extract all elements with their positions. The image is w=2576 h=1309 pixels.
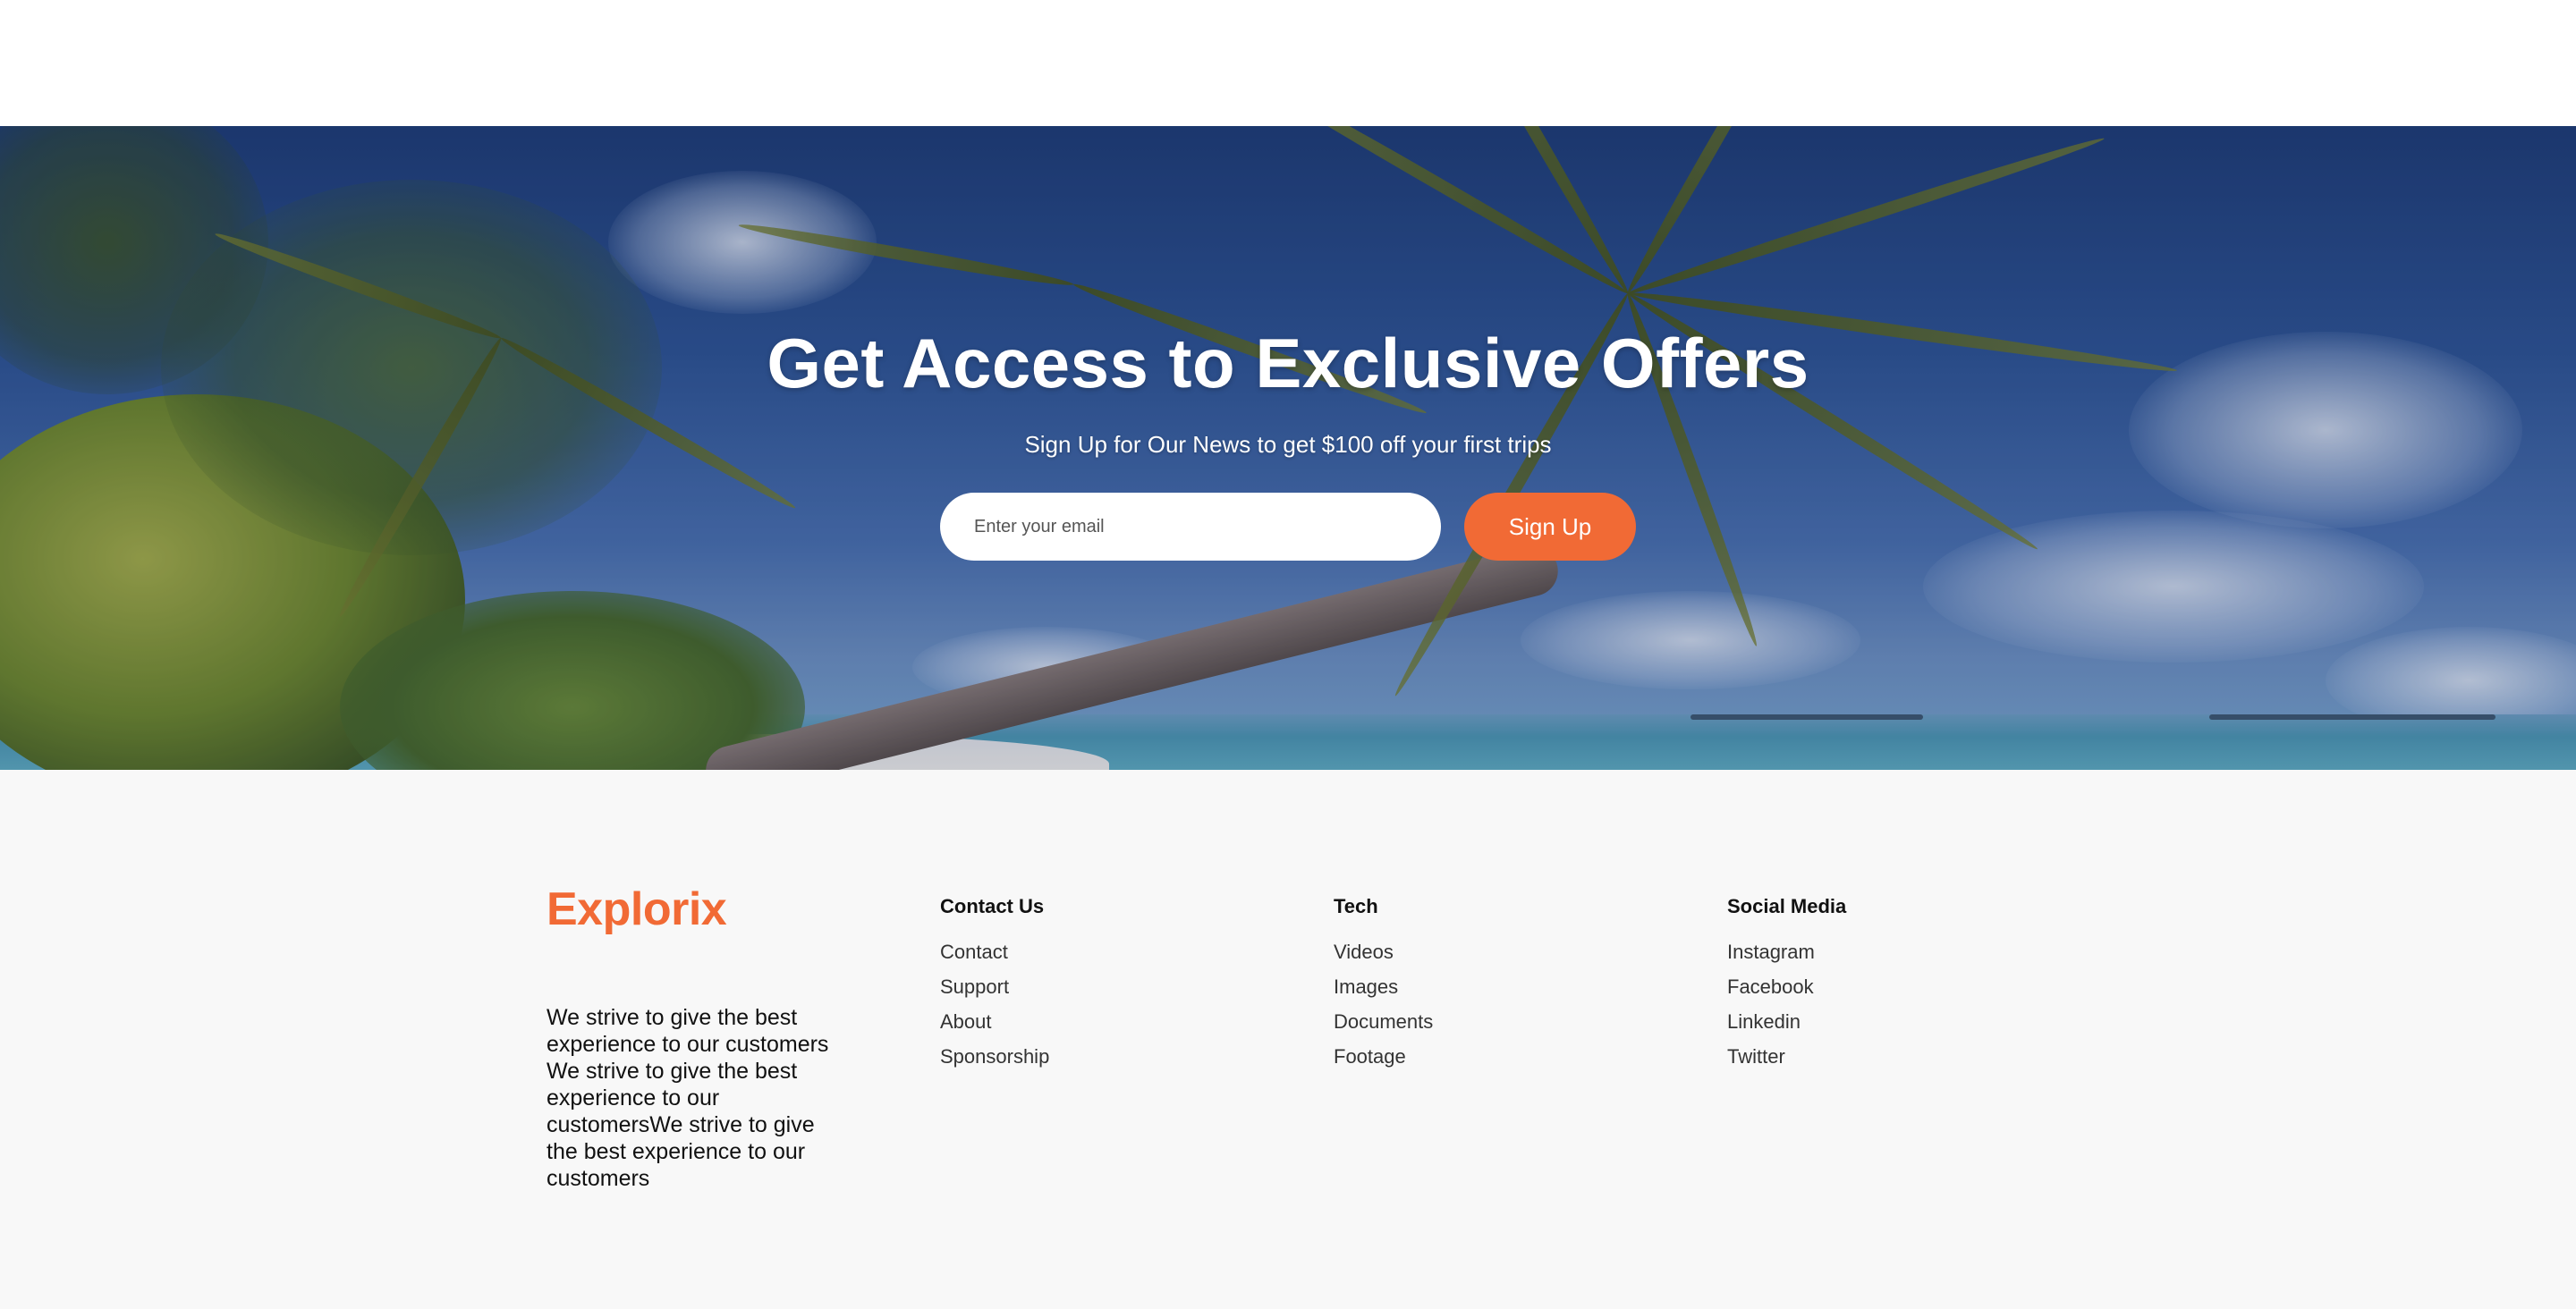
footer-link-sponsorship[interactable]: Sponsorship (940, 1039, 1334, 1074)
footer-column-title: Contact Us (940, 895, 1045, 917)
footer-column-contact: Contact Us Contact Support About Sponsor… (940, 886, 1334, 1192)
footer-columns: Explorix We strive to give the best expe… (547, 886, 2121, 1192)
footer-link-about[interactable]: About (940, 1004, 1334, 1039)
footer-link-list: Videos Images Documents Footage (1334, 934, 1727, 1074)
footer-link-linkedin[interactable]: Linkedin (1727, 1004, 2121, 1039)
footer-link-instagram[interactable]: Instagram (1727, 934, 2121, 969)
brand-description: We strive to give the best experience to… (547, 1005, 829, 1191)
top-spacer (0, 0, 2576, 126)
footer-brand-column: Explorix We strive to give the best expe… (547, 886, 940, 1192)
hero-content: Get Access to Exclusive Offers Sign Up f… (0, 323, 2576, 561)
footer-link-facebook[interactable]: Facebook (1727, 969, 2121, 1004)
footer-column-title: Tech (1334, 895, 1378, 917)
footer-column-tech: Tech Videos Images Documents Footage (1334, 886, 1727, 1192)
footer-link-images[interactable]: Images (1334, 969, 1727, 1004)
brand-logo[interactable]: Explorix (547, 886, 940, 933)
footer-link-contact[interactable]: Contact (940, 934, 1334, 969)
signup-button[interactable]: Sign Up (1464, 493, 1636, 561)
email-input[interactable] (940, 493, 1441, 561)
newsletter-hero: Get Access to Exclusive Offers Sign Up f… (0, 126, 2576, 770)
footer-link-list: Contact Support About Sponsorship (940, 934, 1334, 1074)
footer-column-title: Social Media (1727, 895, 1847, 917)
hero-title: Get Access to Exclusive Offers (767, 324, 1809, 402)
footer-link-twitter[interactable]: Twitter (1727, 1039, 2121, 1074)
footer-link-videos[interactable]: Videos (1334, 934, 1727, 969)
hero-subtitle: Sign Up for Our News to get $100 off you… (1024, 431, 1552, 458)
footer-column-social: Social Media Instagram Facebook Linkedin… (1727, 886, 2121, 1192)
footer-link-list: Instagram Facebook Linkedin Twitter (1727, 934, 2121, 1074)
footer-link-documents[interactable]: Documents (1334, 1004, 1727, 1039)
newsletter-form: Sign Up (0, 493, 2576, 561)
footer: Explorix We strive to give the best expe… (0, 770, 2576, 1309)
footer-link-support[interactable]: Support (940, 969, 1334, 1004)
footer-link-footage[interactable]: Footage (1334, 1039, 1727, 1074)
